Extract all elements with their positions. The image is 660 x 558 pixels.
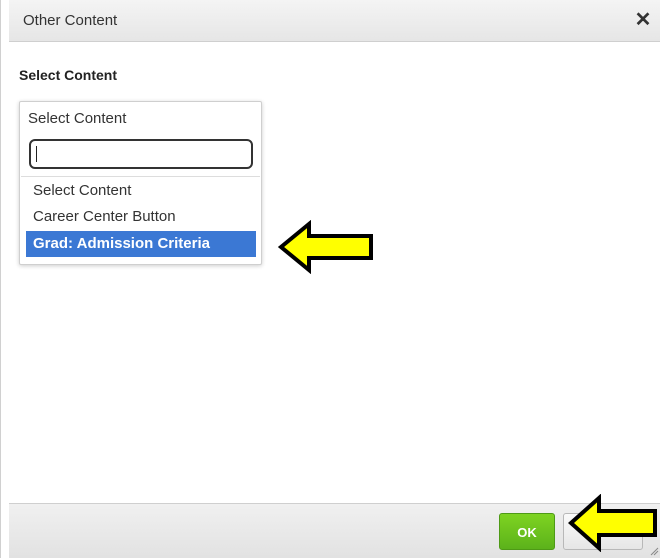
dropdown-search-input[interactable] bbox=[29, 139, 253, 169]
close-icon[interactable]: ✕ bbox=[633, 8, 653, 32]
dialog-title: Other Content bbox=[23, 12, 118, 29]
dialog-footer: OK bbox=[9, 503, 660, 558]
content-dropdown[interactable]: Select Content Select Content Career Cen… bbox=[19, 101, 262, 265]
other-content-dialog: Other Content ✕ Select Content Select Co… bbox=[0, 0, 660, 558]
left-arrow-icon bbox=[277, 220, 373, 274]
select-content-label: Select Content bbox=[19, 67, 118, 83]
dropdown-divider bbox=[21, 176, 260, 177]
ok-button[interactable]: OK bbox=[499, 513, 555, 550]
dropdown-current-value[interactable]: Select Content bbox=[28, 110, 126, 127]
text-caret bbox=[36, 146, 37, 162]
dropdown-option-career-center-button[interactable]: Career Center Button bbox=[26, 204, 256, 230]
dialog-titlebar: Other Content ✕ bbox=[9, 0, 660, 42]
left-arrow-icon bbox=[567, 494, 657, 552]
dropdown-option-grad-admission-criteria[interactable]: Grad: Admission Criteria bbox=[26, 231, 256, 257]
dropdown-option-select-content[interactable]: Select Content bbox=[26, 178, 256, 204]
